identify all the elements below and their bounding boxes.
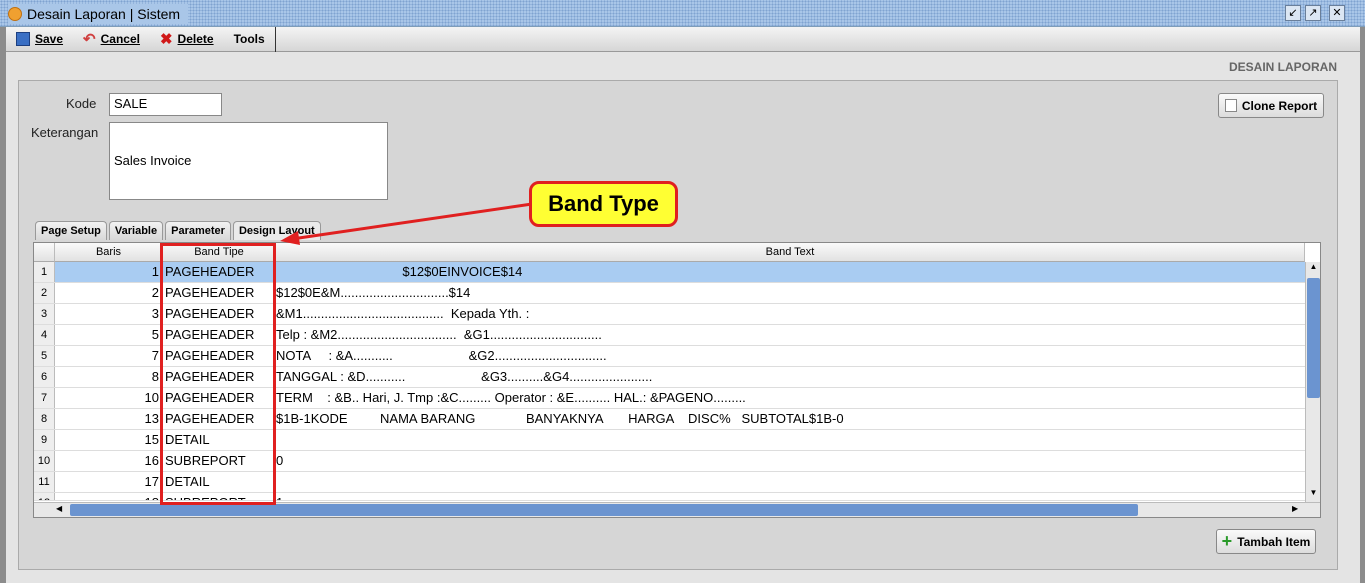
cell-baris[interactable]: 5 <box>55 325 161 345</box>
cell-band-text[interactable]: $12$0EINVOICE$14 <box>276 262 1305 282</box>
cell-baris[interactable]: 8 <box>55 367 161 387</box>
tab-page-setup[interactable]: Page Setup <box>35 221 107 240</box>
save-button[interactable]: Save <box>6 27 73 52</box>
cell-baris[interactable]: 10 <box>55 388 161 408</box>
cell-band-text[interactable]: &M1.....................................… <box>276 304 1305 324</box>
undo-icon: ↶ <box>83 31 96 48</box>
cell-baris[interactable]: 18 <box>55 493 161 500</box>
tambah-item-button[interactable]: + Tambah Item <box>1216 529 1316 554</box>
scroll-down-icon[interactable]: ▼ <box>1307 488 1320 502</box>
cell-baris[interactable]: 13 <box>55 409 161 429</box>
cancel-label: Cancel <box>100 32 140 46</box>
horizontal-scroll-thumb[interactable] <box>70 504 1138 516</box>
cell-band-text[interactable] <box>276 430 1305 450</box>
vertical-scrollbar[interactable]: ▲ ▼ <box>1305 262 1320 502</box>
cell-band-text[interactable]: $12$0E&M..............................$1… <box>276 283 1305 303</box>
row-number[interactable]: 4 <box>34 325 55 345</box>
header-baris[interactable]: Baris <box>55 243 163 262</box>
tools-label: Tools <box>233 32 265 46</box>
row-number[interactable]: 9 <box>34 430 55 450</box>
kode-label: Kode <box>66 96 97 111</box>
save-icon <box>16 32 30 46</box>
cell-baris[interactable]: 7 <box>55 346 161 366</box>
cell-baris[interactable]: 2 <box>55 283 161 303</box>
close-icon[interactable]: ✕ <box>1329 5 1345 21</box>
keterangan-textarea[interactable]: Sales Invoice <box>109 122 388 200</box>
row-number[interactable]: 7 <box>34 388 55 408</box>
clone-label: Clone Report <box>1241 98 1318 113</box>
window-title-text: Desain Laporan | Sistem <box>27 6 181 22</box>
cell-baris[interactable]: 3 <box>55 304 161 324</box>
scroll-up-icon[interactable]: ▲ <box>1307 262 1320 276</box>
cell-band-text[interactable]: TERM : &B.. Hari, J. Tmp :&C......... Op… <box>276 388 1305 408</box>
row-number[interactable]: 1 <box>34 262 55 282</box>
plus-icon: + <box>1221 531 1233 551</box>
annotation-highlight-box <box>160 243 276 505</box>
keterangan-label: Keterangan <box>31 125 99 140</box>
tab-parameter[interactable]: Parameter <box>165 221 231 240</box>
annotation-callout: Band Type <box>529 181 678 227</box>
cell-band-text[interactable]: TANGGAL : &D........... &G3..........&G4… <box>276 367 1305 387</box>
restore-icon[interactable]: ↙ <box>1285 5 1301 21</box>
cell-baris[interactable]: 17 <box>55 472 161 492</box>
row-number[interactable]: 12 <box>34 493 55 500</box>
cancel-button[interactable]: ↶ Cancel <box>73 27 150 52</box>
cell-baris[interactable]: 15 <box>55 430 161 450</box>
delete-button[interactable]: ✖ Delete <box>150 27 224 52</box>
kode-input[interactable]: SALE <box>109 93 222 116</box>
tab-variable[interactable]: Variable <box>108 221 164 240</box>
tools-menu[interactable]: Tools <box>224 26 276 52</box>
row-number[interactable]: 8 <box>34 409 55 429</box>
row-number[interactable]: 2 <box>34 283 55 303</box>
scroll-right-icon[interactable]: ▶ <box>1292 504 1304 516</box>
clone-icon <box>1224 99 1237 112</box>
cell-band-text[interactable]: $1B-1KODE NAMA BARANG BANYAKNYA HARGA DI… <box>276 409 1305 429</box>
maximize-icon[interactable]: ↗ <box>1305 5 1321 21</box>
cell-baris[interactable]: 1 <box>55 262 161 282</box>
delete-icon: ✖ <box>159 31 173 48</box>
window-title: Desain Laporan | Sistem <box>8 4 189 24</box>
cell-band-text[interactable] <box>276 472 1305 492</box>
scroll-left-icon[interactable]: ◀ <box>56 504 68 516</box>
cell-band-text[interactable]: Telp : &M2..............................… <box>276 325 1305 345</box>
tambah-item-label: Tambah Item <box>1237 534 1311 549</box>
row-number[interactable]: 6 <box>34 367 55 387</box>
row-number[interactable]: 5 <box>34 346 55 366</box>
row-number[interactable]: 10 <box>34 451 55 471</box>
annotation-arrow <box>280 202 533 245</box>
toolbar: Save ↶ Cancel ✖ Delete Tools <box>6 26 1360 52</box>
app-icon <box>8 7 22 21</box>
cell-band-text[interactable]: 1 <box>276 493 1305 500</box>
row-number[interactable]: 3 <box>34 304 55 324</box>
cell-baris[interactable]: 16 <box>55 451 161 471</box>
page-heading: DESAIN LAPORAN <box>1228 60 1337 74</box>
row-number-header <box>34 243 55 262</box>
title-bar <box>0 0 1365 27</box>
cell-band-text[interactable]: 0 <box>276 451 1305 471</box>
cell-band-text[interactable]: NOTA : &A........... &G2................… <box>276 346 1305 366</box>
row-number[interactable]: 11 <box>34 472 55 492</box>
clone-report-button[interactable]: Clone Report <box>1218 93 1324 118</box>
delete-label: Delete <box>177 32 214 46</box>
save-label: Save <box>35 32 64 46</box>
vertical-scroll-thumb[interactable] <box>1307 278 1320 398</box>
